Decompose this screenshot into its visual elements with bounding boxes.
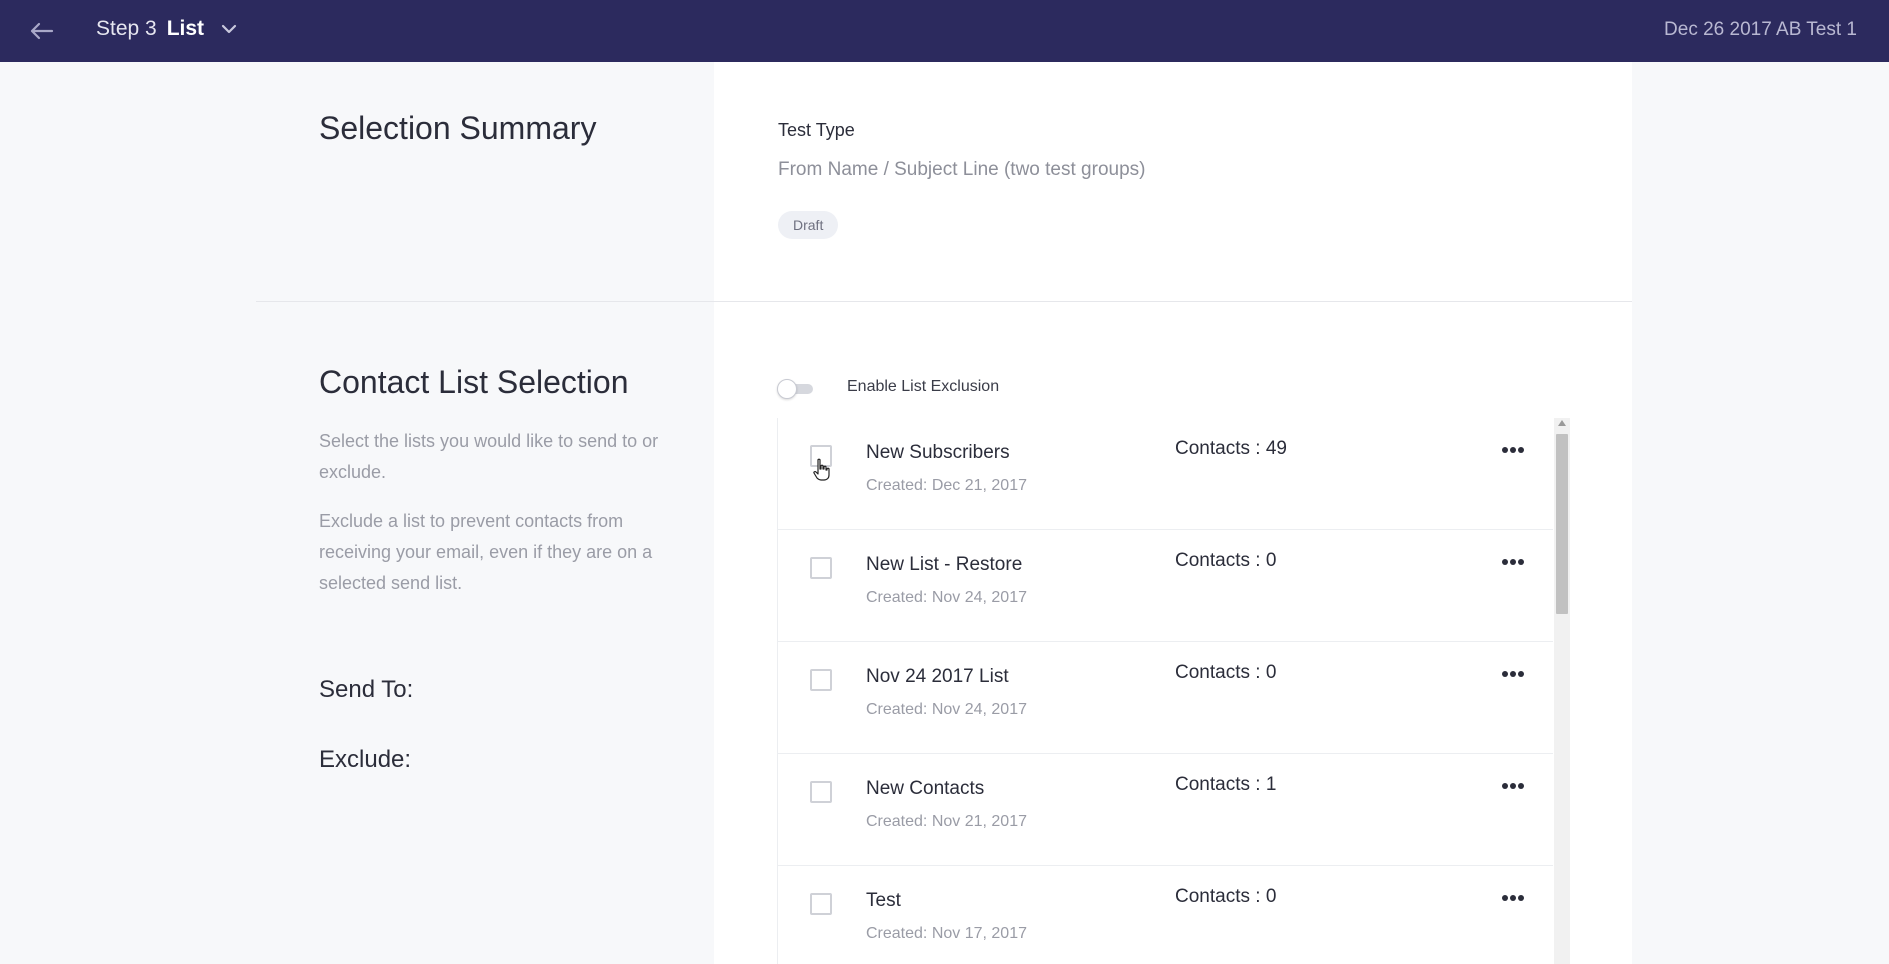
more-options-button[interactable]	[1498, 776, 1528, 796]
list-created-date: Created: Nov 17, 2017	[866, 925, 1027, 942]
list-contacts-count: Contacts : 1	[1175, 774, 1277, 795]
send-to-label: Send To:	[319, 676, 414, 703]
right-margin	[1632, 62, 1889, 964]
test-type-value: From Name / Subject Line (two test group…	[778, 159, 1146, 180]
list-name[interactable]: New Contacts	[866, 778, 984, 800]
exclude-label: Exclude:	[319, 746, 412, 773]
more-horizontal-icon	[1502, 783, 1524, 789]
list-item[interactable]: Test Created: Nov 17, 2017 Contacts : 0	[778, 866, 1553, 964]
more-horizontal-icon	[1502, 671, 1524, 677]
list-created-date: Created: Nov 21, 2017	[866, 813, 1027, 830]
list-item[interactable]: New List - Restore Created: Nov 24, 2017…	[778, 530, 1553, 642]
step-indicator[interactable]: Step 3 List	[96, 17, 238, 41]
campaign-name: Dec 26 2017 AB Test 1	[1664, 19, 1857, 40]
section-divider	[256, 301, 1632, 302]
list-contacts-count: Contacts : 49	[1175, 438, 1287, 459]
more-options-button[interactable]	[1498, 664, 1528, 684]
list-checkbox[interactable]	[810, 445, 832, 467]
list-created-date: Created: Nov 24, 2017	[866, 589, 1027, 606]
list-created-date: Created: Nov 24, 2017	[866, 701, 1027, 718]
exclusion-description: Exclude a list to prevent contacts from …	[319, 511, 653, 593]
list-exclusion-label: Enable List Exclusion	[847, 378, 1000, 395]
list-item[interactable]: New Contacts Created: Nov 21, 2017 Conta…	[778, 754, 1553, 866]
toggle-knob	[777, 379, 797, 399]
list-contacts-count: Contacts : 0	[1175, 662, 1277, 683]
contact-list-selection-title: Contact List Selection	[319, 364, 629, 400]
list-checkbox[interactable]	[810, 781, 832, 803]
more-options-button[interactable]	[1498, 888, 1528, 908]
list-checkbox[interactable]	[810, 893, 832, 915]
more-horizontal-icon	[1502, 559, 1524, 565]
contact-list: New Subscribers Created: Dec 21, 2017 Co…	[777, 418, 1570, 964]
selection-description: Select the lists you would like to send …	[319, 431, 659, 482]
selection-summary-title: Selection Summary	[319, 110, 597, 146]
scroll-up-arrow[interactable]	[1558, 420, 1566, 426]
top-bar: Step 3 List Dec 26 2017 AB Test 1	[0, 0, 1889, 62]
list-exclusion-toggle[interactable]	[777, 379, 815, 399]
step-number: Step 3	[96, 17, 157, 40]
list-name[interactable]: Nov 24 2017 List	[866, 666, 1009, 688]
list-contacts-count: Contacts : 0	[1175, 550, 1277, 571]
more-horizontal-icon	[1502, 447, 1524, 453]
list-contacts-count: Contacts : 0	[1175, 886, 1277, 907]
more-horizontal-icon	[1502, 895, 1524, 901]
list-item[interactable]: Nov 24 2017 List Created: Nov 24, 2017 C…	[778, 642, 1553, 754]
list-checkbox[interactable]	[810, 669, 832, 691]
test-type-label: Test Type	[778, 120, 855, 140]
list-item[interactable]: New Subscribers Created: Dec 21, 2017 Co…	[778, 418, 1553, 530]
list-created-date: Created: Dec 21, 2017	[866, 477, 1027, 494]
more-options-button[interactable]	[1498, 552, 1528, 572]
list-name[interactable]: Test	[866, 890, 901, 912]
chevron-down-icon[interactable]	[220, 22, 238, 36]
list-checkbox[interactable]	[810, 557, 832, 579]
list-name[interactable]: New Subscribers	[866, 442, 1010, 464]
arrow-left-icon	[30, 22, 54, 40]
status-badge: Draft	[778, 211, 839, 239]
list-scrollbar[interactable]	[1554, 418, 1570, 964]
back-button[interactable]	[28, 19, 54, 43]
list-name[interactable]: New List - Restore	[866, 554, 1022, 576]
step-name: List	[166, 17, 205, 40]
more-options-button[interactable]	[1498, 440, 1528, 460]
scroll-thumb[interactable]	[1556, 434, 1568, 614]
